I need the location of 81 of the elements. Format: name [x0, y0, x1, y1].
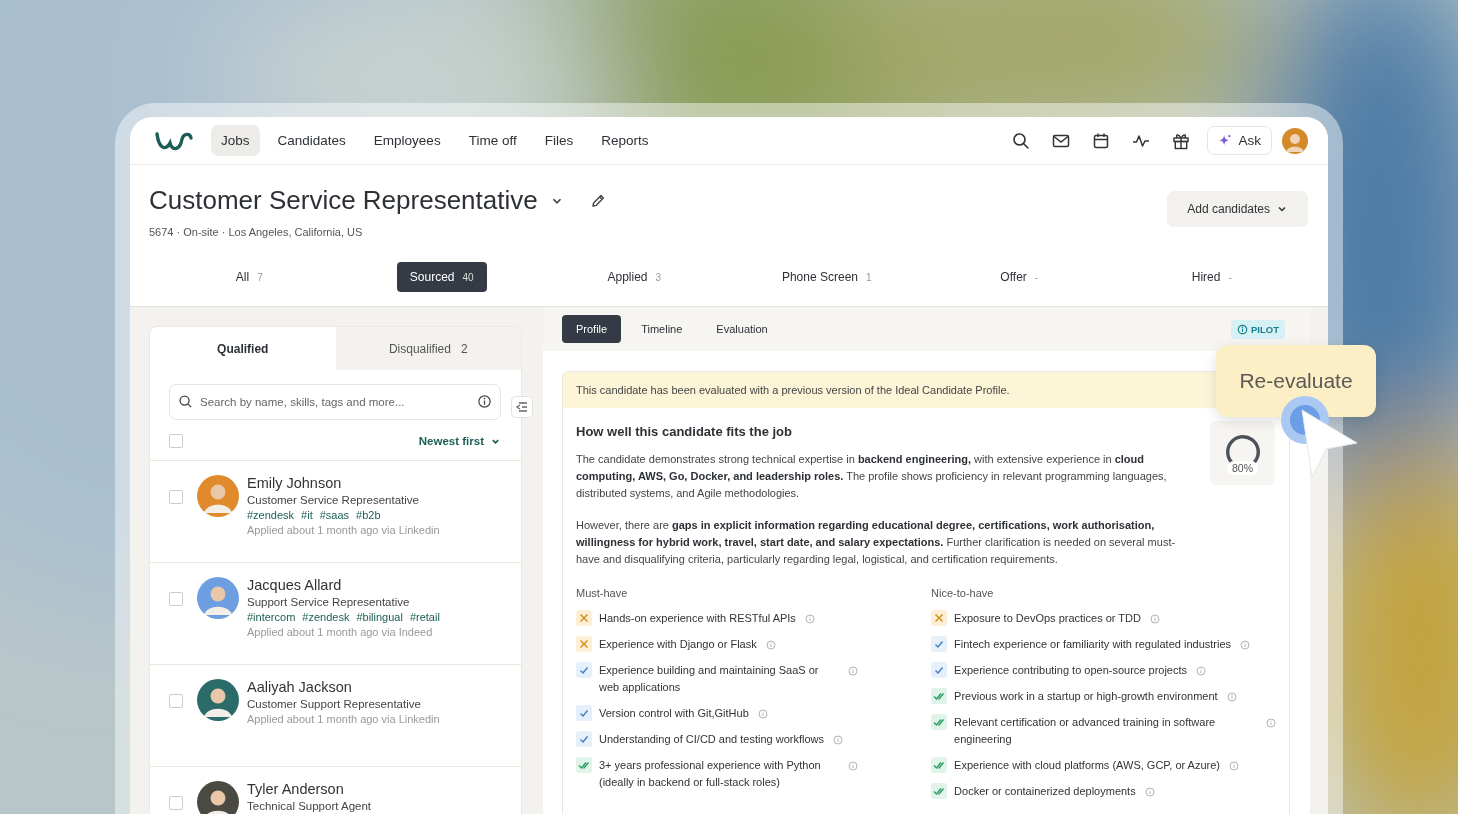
- application-source: Applied about 1 month ago via Indeed: [247, 626, 434, 638]
- stage-tab[interactable]: Phone Screen 1: [768, 262, 885, 292]
- criteria-heading: Must-have: [576, 587, 629, 600]
- candidate-checkbox[interactable]: [169, 490, 183, 504]
- skill-tag[interactable]: #zendesk: [302, 611, 350, 623]
- criterion-text: Experience building and maintaining SaaS or web applications: [599, 663, 820, 696]
- info-icon: [1237, 323, 1248, 335]
- criterion-text: Understanding of CI/CD and testing workflows: [599, 732, 824, 748]
- candidate-checkbox[interactable]: [169, 592, 183, 606]
- criterion-text: Experience contributing to open-source projects: [954, 663, 1188, 679]
- candidate-row[interactable]: Jacques Allard Support Service Representative #intercom #zendesk #bilingual #retail Applied about 1 month ago via Indeed: [150, 563, 521, 665]
- candidate-name: Emily Johnson: [247, 475, 343, 491]
- nav-tab[interactable]: Employees: [363, 125, 451, 156]
- skill-tag[interactable]: #zendesk: [247, 509, 295, 521]
- criterion-text: Docker or containerized deployments: [954, 784, 1136, 800]
- skill-tag[interactable]: #saas: [319, 509, 350, 521]
- skill-tag[interactable]: #bilingual: [356, 611, 403, 623]
- candidate-checkbox[interactable]: [169, 796, 183, 810]
- skill-tag[interactable]: #it: [301, 509, 313, 521]
- candidate-avatar: [197, 679, 239, 721]
- candidate-avatar: [197, 475, 239, 517]
- search-icon: [178, 394, 193, 409]
- profile-tab[interactable]: Timeline: [627, 315, 697, 343]
- application-source: Applied about 1 month ago via Linkedin: [247, 713, 440, 725]
- candidate-row[interactable]: Tyler Anderson Technical Support Agent: [150, 767, 521, 814]
- search-icon[interactable]: [1011, 130, 1032, 151]
- nav-tab[interactable]: Reports: [591, 125, 659, 156]
- skill-tag[interactable]: #retail: [409, 611, 440, 623]
- info-icon[interactable]: [477, 394, 492, 409]
- profile-tab[interactable]: Profile: [562, 315, 622, 343]
- stage-tab[interactable]: Sourced 40: [396, 262, 487, 292]
- nav-tab[interactable]: Time off: [458, 125, 527, 156]
- stage-tab[interactable]: Hired -: [1178, 262, 1245, 292]
- edit-icon[interactable]: [589, 192, 606, 209]
- user-avatar[interactable]: [1282, 127, 1308, 154]
- stage-tab[interactable]: Offer -: [987, 262, 1052, 292]
- job-meta: 5674 · On-site · Los Angeles, California, US: [149, 226, 364, 238]
- criterion-text: Previous work in a startup or high-growth environment: [954, 689, 1218, 705]
- criterion-text: Version control with Git,GitHub: [599, 706, 749, 722]
- fit-heading: How well this candidate fits the job: [576, 424, 793, 439]
- criteria-heading: Nice-to-have: [931, 587, 995, 600]
- fit-summary: However, there are gaps in explicit information regarding educational degree, certifications, work authorisation, willingness for hybrid work, travel, start date, and salary expectations. Further clarification is needed on several must-have and disqualifying criteria, particularly regarding legal, logistical, and certification requirements.: [576, 518, 1177, 568]
- criterion-text: Experience with cloud platforms (AWS, GCP, or Azure): [954, 758, 1220, 774]
- re-evaluate-tooltip: Re-evaluate: [1216, 345, 1376, 417]
- skill-tag[interactable]: #intercom: [247, 611, 296, 623]
- candidate-name: Aaliyah Jackson: [247, 679, 353, 695]
- skill-tag[interactable]: #b2b: [356, 509, 381, 521]
- criterion-text: Experience with Django or Flask: [599, 637, 757, 653]
- nav-tab[interactable]: Files: [534, 125, 584, 156]
- profile-tab[interactable]: Evaluation: [702, 315, 782, 343]
- candidate-row[interactable]: Aaliyah Jackson Customer Support Representative Applied about 1 month ago via Linkedin: [150, 665, 521, 767]
- candidate-row[interactable]: Emily Johnson Customer Service Representative #zendesk #it #saas #b2b Applied about 1 month ago via Linkedin: [150, 461, 521, 563]
- add-candidates-button[interactable]: Add candidates: [1167, 191, 1308, 227]
- select-all-checkbox[interactable]: [169, 434, 183, 448]
- candidate-avatar: [197, 577, 239, 619]
- candidate-job-title: Customer Service Representative: [247, 494, 420, 506]
- nav-tab[interactable]: Jobs: [211, 125, 260, 156]
- sort-dropdown[interactable]: Newest first: [418, 435, 501, 447]
- criterion-text: Fintech experience or familiarity with regulated industries: [954, 637, 1232, 653]
- stage-tab[interactable]: Applied 3: [594, 262, 675, 292]
- score-label: 80%: [1227, 461, 1258, 475]
- list-tab[interactable]: Disqualified 2: [335, 327, 521, 370]
- job-title: Customer Service Representative: [149, 185, 538, 216]
- ask-button[interactable]: Ask: [1207, 126, 1272, 155]
- candidate-job-title: Support Service Representative: [247, 596, 411, 608]
- criterion-text: Hands-on experience with RESTful APIs: [599, 611, 796, 627]
- nav-tab[interactable]: Candidates: [267, 125, 356, 156]
- application-source: Applied about 1 month ago via Linkedin: [247, 524, 440, 536]
- criterion-text: Relevant certification or advanced training in software engineering: [954, 715, 1217, 748]
- criterion-text: 3+ years professional experience with Python (ideally in backend or full-stack roles): [599, 758, 822, 791]
- search-field[interactable]: Search by name, skills, tags and more...: [169, 384, 501, 420]
- stage-tab[interactable]: All 7: [222, 262, 276, 292]
- candidate-job-title: Technical Support Agent: [247, 800, 372, 812]
- pilot-badge: PILOT: [1231, 319, 1285, 339]
- candidate-job-title: Customer Support Representative: [247, 698, 422, 710]
- collapse-panel-icon[interactable]: [511, 396, 533, 418]
- candidate-name: Tyler Anderson: [247, 781, 345, 797]
- candidate-checkbox[interactable]: [169, 694, 183, 708]
- criterion-text: Exposure to DevOps practices or TDD: [954, 611, 1141, 627]
- candidate-name: Jacques Allard: [247, 577, 343, 593]
- fit-summary: The candidate demonstrates strong technical expertise in backend engineering, with extensive experience in cloud computing, AWS, Go, Docker, and leadership roles. The profile shows proficiency in relevant programming languages, distributed systems, and Agile methodologies.: [576, 452, 1168, 502]
